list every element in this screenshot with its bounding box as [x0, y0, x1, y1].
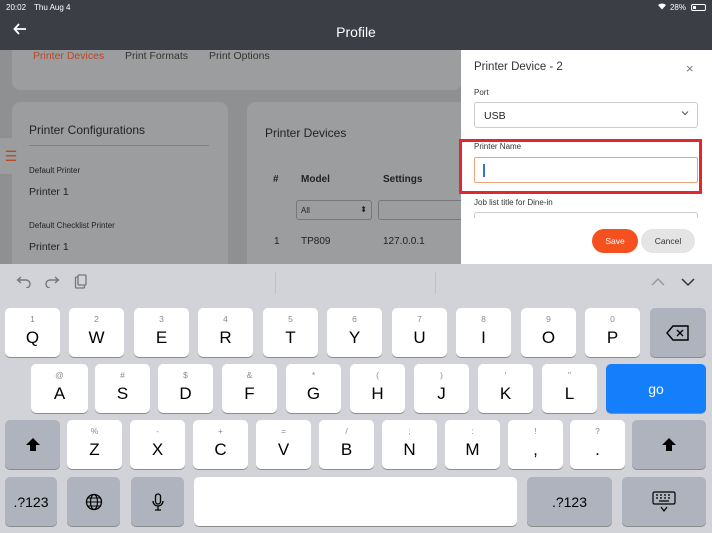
key-r[interactable]: 4R — [198, 308, 253, 357]
key-d[interactable]: $ D — [158, 364, 213, 413]
key-m[interactable]: :M — [445, 420, 500, 469]
back-arrow-icon[interactable] — [10, 22, 30, 42]
key-n[interactable]: ; N — [382, 420, 437, 469]
tab-print-formats[interactable]: Print Formats — [125, 50, 188, 62]
key-c[interactable]: + C — [193, 420, 248, 469]
key-f[interactable]: & F — [222, 364, 277, 413]
wifi-icon — [657, 2, 667, 12]
key-a[interactable]: @ A — [31, 364, 88, 413]
port-value: USB — [484, 110, 506, 122]
key-o[interactable]: 9O — [521, 308, 576, 357]
key-w[interactable]: 2W — [69, 308, 124, 357]
hamburger-menu-icon[interactable]: ☰ — [0, 138, 22, 174]
battery-icon — [691, 3, 706, 11]
key-period[interactable]: ?. — [570, 420, 625, 469]
shift-key-left[interactable] — [5, 420, 60, 469]
key-x[interactable]: -X — [130, 420, 185, 469]
key-e[interactable]: 3E — [134, 308, 189, 357]
numbers-key-right[interactable]: .?123 — [527, 477, 612, 526]
divider — [29, 145, 209, 146]
globe-key[interactable] — [67, 477, 120, 526]
key-u[interactable]: 7U — [392, 308, 447, 357]
key-z[interactable]: % Z — [67, 420, 122, 469]
close-icon[interactable]: × — [686, 61, 694, 76]
backspace-key[interactable] — [650, 308, 706, 357]
chevron-updown-icon: ⬍ — [360, 205, 367, 214]
key-y[interactable]: 6Y — [327, 308, 382, 357]
key-h[interactable]: (H — [350, 364, 405, 413]
shift-icon — [632, 420, 706, 469]
dictation-key[interactable] — [131, 477, 184, 526]
nav-bar: Profile — [0, 14, 712, 50]
key-t[interactable]: 5T — [263, 308, 318, 357]
printer-configurations-card: Printer Configurations Default Printer P… — [12, 102, 228, 264]
space-key[interactable] — [194, 477, 517, 526]
status-date: Thu Aug 4 — [34, 2, 71, 12]
go-key[interactable]: go — [606, 364, 706, 413]
port-label: Port — [474, 88, 489, 97]
battery-percent: 28% — [669, 2, 686, 12]
globe-icon — [67, 477, 120, 526]
printer-devices-title: Printer Devices — [265, 126, 347, 140]
key-k[interactable]: ' K — [478, 364, 533, 413]
port-select[interactable]: USB — [474, 102, 698, 128]
undo-icon[interactable] — [16, 274, 32, 292]
paste-icon[interactable] — [74, 274, 88, 294]
key-l[interactable]: " L — [542, 364, 597, 413]
key-g[interactable]: * G — [286, 364, 341, 413]
job-list-title-label: Job list title for Dine-in — [474, 198, 553, 207]
printer-configurations-title: Printer Configurations — [29, 123, 146, 137]
row-index: 1 — [274, 236, 280, 247]
microphone-icon — [131, 477, 184, 526]
default-checklist-printer-value[interactable]: Printer 1 — [29, 241, 69, 253]
keyboard-dismiss-icon — [622, 477, 706, 526]
cancel-button[interactable]: Cancel — [641, 229, 695, 253]
modal-title: Printer Device - 2 — [474, 61, 563, 73]
backspace-icon — [650, 308, 706, 357]
chevron-down-icon[interactable] — [681, 274, 695, 291]
key-comma[interactable]: !, — [508, 420, 563, 469]
key-q[interactable]: 1Q — [5, 308, 60, 357]
numbers-key-left[interactable]: .?123 — [5, 477, 57, 526]
toolbar-separator — [275, 272, 276, 294]
on-screen-keyboard: 1Q 2W 3E 4R 5T 6Y 7U 8I 9O 0P @ A # S $ D &… — [0, 264, 712, 533]
tab-printer-devices[interactable]: Printer Devices — [33, 50, 104, 62]
status-time: 20:02 — [6, 2, 27, 12]
shift-icon — [5, 420, 60, 469]
chevron-up-icon[interactable] — [651, 274, 665, 291]
shift-key-right[interactable] — [632, 420, 706, 469]
default-printer-label: Default Printer — [29, 166, 81, 175]
column-header-model[interactable]: Model — [301, 174, 330, 185]
key-j[interactable]: ) J — [414, 364, 469, 413]
printer-name-highlight-box — [459, 139, 702, 194]
key-s[interactable]: # S — [95, 364, 150, 413]
dismiss-keyboard-key[interactable] — [622, 477, 706, 526]
column-header-index: # — [273, 174, 279, 185]
redo-icon[interactable] — [44, 274, 60, 292]
model-filter-select[interactable]: All ⬍ — [296, 200, 372, 220]
key-p[interactable]: 0P — [585, 308, 640, 357]
row-model[interactable]: TP809 — [301, 236, 330, 247]
model-filter-value: All — [301, 206, 310, 215]
page-title: Profile — [336, 24, 376, 40]
key-i[interactable]: 8I — [456, 308, 511, 357]
keyboard-toolbar — [0, 264, 712, 302]
default-checklist-printer-label: Default Checklist Printer — [29, 221, 115, 230]
toolbar-separator — [435, 272, 436, 294]
job-list-title-input[interactable] — [474, 212, 698, 218]
status-bar: 20:02 Thu Aug 4 28% — [0, 0, 712, 14]
tab-print-options[interactable]: Print Options — [209, 50, 270, 62]
printer-devices-card: Printer Devices # Model Settings All ⬍ 1… — [247, 102, 477, 264]
tabs-bar: Printer Devices Print Formats Print Opti… — [12, 50, 462, 90]
key-v[interactable]: = V — [256, 420, 311, 469]
row-settings[interactable]: 127.0.0.1 — [383, 236, 425, 247]
default-printer-value[interactable]: Printer 1 — [29, 186, 69, 198]
save-button[interactable]: Save — [592, 229, 638, 253]
key-b[interactable]: / B — [319, 420, 374, 469]
column-header-settings[interactable]: Settings — [383, 174, 422, 185]
chevron-down-icon — [681, 109, 689, 119]
